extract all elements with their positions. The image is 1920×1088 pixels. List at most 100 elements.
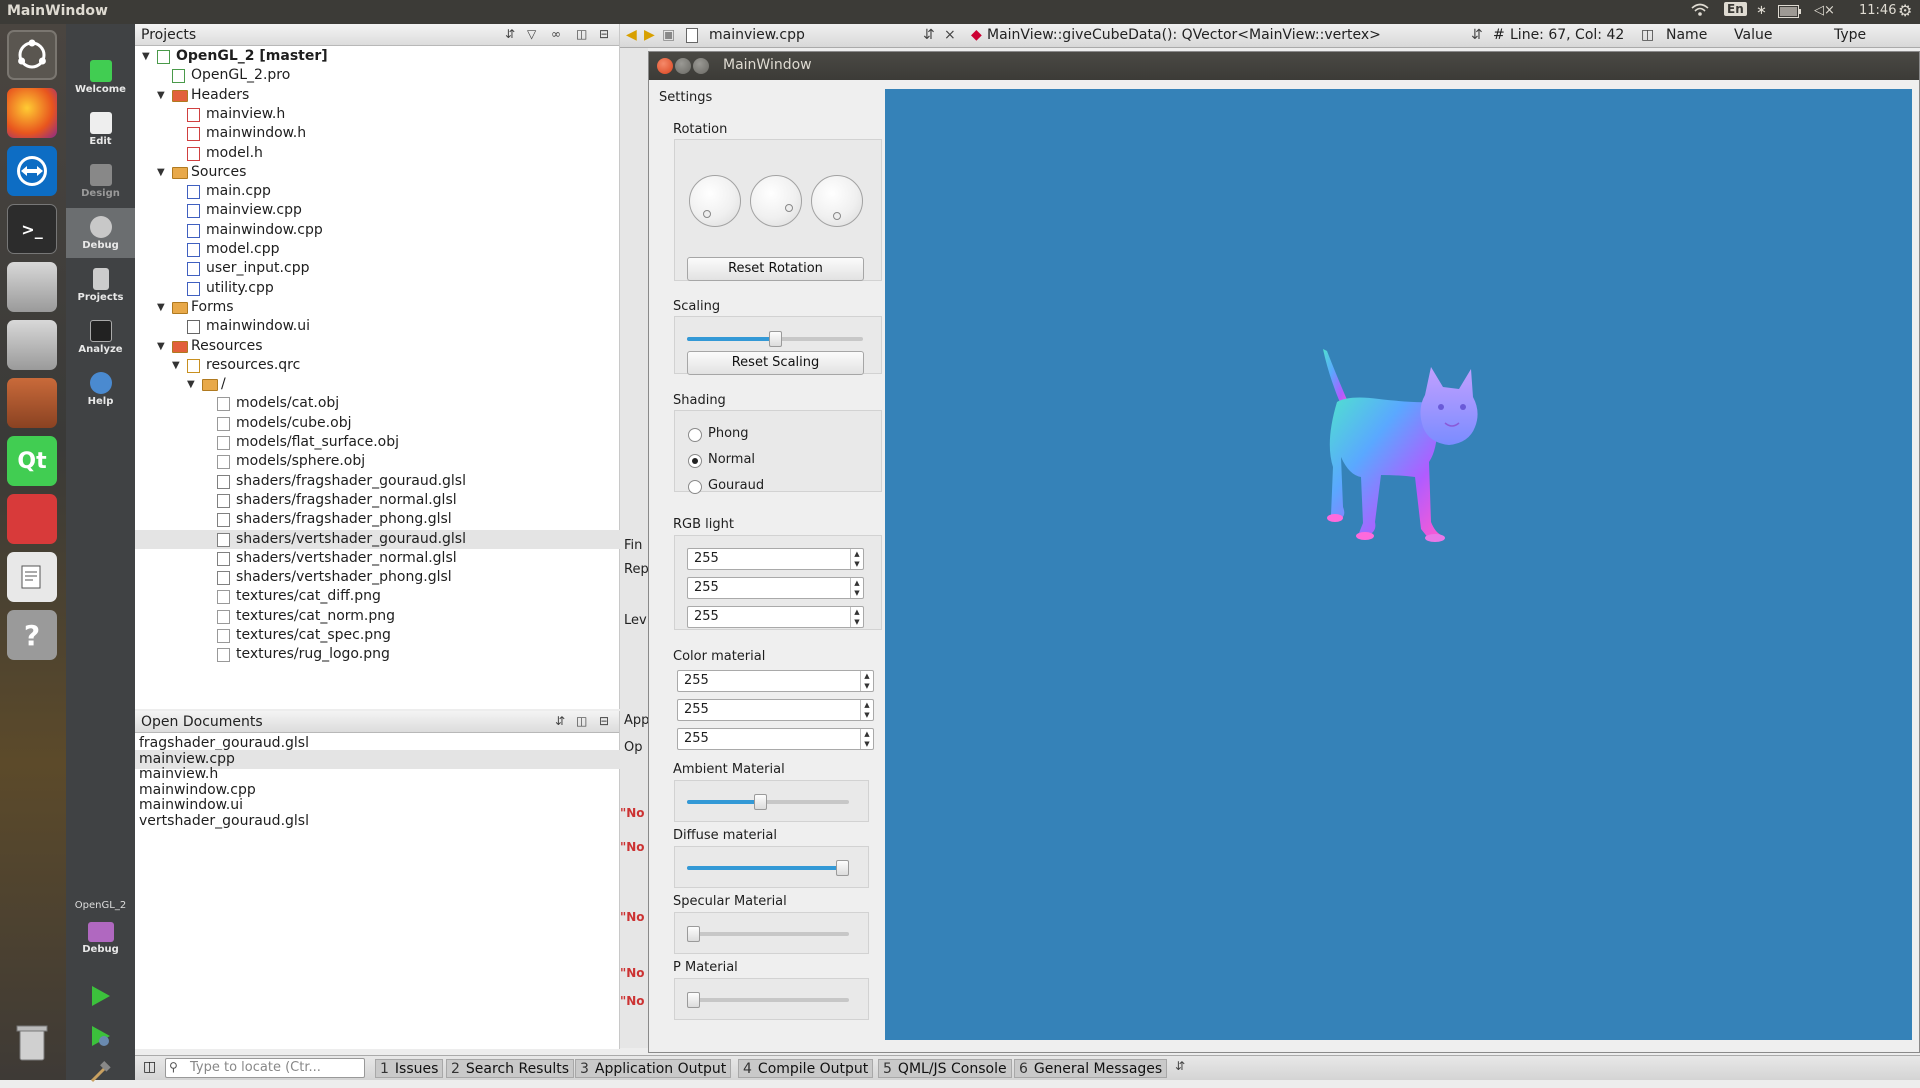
expand-arrow-icon[interactable]: ▼ [157, 163, 165, 182]
expand-arrow-icon[interactable]: ▼ [142, 47, 150, 66]
tree-item[interactable]: ▼ Resources [135, 337, 620, 356]
locals-col-value[interactable]: Value [1734, 27, 1772, 43]
gear-icon[interactable]: ⚙ [1898, 1, 1912, 20]
tree-item[interactable]: ▼ Sources [135, 163, 620, 182]
link-icon[interactable]: ∞ [551, 27, 561, 41]
material-blue-spinbox[interactable]: 255 ▲ ▼ [677, 728, 874, 750]
locals-col-type[interactable]: Type [1834, 27, 1866, 43]
back-icon[interactable]: ◀ [626, 27, 637, 43]
forward-icon[interactable]: ▶ [644, 27, 655, 43]
material-red-spinbox[interactable]: 255 ▲ ▼ [677, 670, 874, 692]
mode-design[interactable]: Design [66, 156, 135, 206]
output-tab-search-results[interactable]: 2 Search Results [446, 1059, 575, 1078]
clock[interactable]: 11:46 [1859, 3, 1896, 18]
split-icon[interactable]: ◫ [576, 27, 587, 41]
wifi-icon[interactable] [1691, 3, 1709, 21]
tree-item[interactable]: textures/rug_logo.png [135, 645, 620, 664]
trash-icon[interactable] [7, 1017, 57, 1067]
spin-arrows-icon[interactable]: ▲ ▼ [860, 700, 873, 720]
output-tab-general-messages[interactable]: 6 General Messages [1014, 1059, 1168, 1078]
tree-item[interactable]: ▼ / [135, 375, 620, 394]
close-editor-icon[interactable]: × [944, 27, 956, 43]
tree-item[interactable]: main.cpp [135, 182, 620, 201]
maximize-window-icon[interactable] [693, 58, 709, 74]
editor-icon[interactable] [7, 552, 57, 602]
tree-item[interactable]: ▼ OpenGL_2 [master] [135, 47, 620, 66]
help-icon[interactable]: ? [7, 610, 57, 660]
p-material-slider[interactable] [687, 992, 849, 1008]
locator-input[interactable]: ⚲ Type to locate (Ctr... [165, 1058, 365, 1078]
slider-handle[interactable] [687, 992, 700, 1008]
expand-arrow-icon[interactable]: ▼ [157, 298, 165, 317]
kit-selector[interactable]: Debug [66, 914, 135, 964]
tree-item[interactable]: models/cube.obj [135, 414, 620, 433]
view-select-arrows[interactable]: ⇵ [505, 27, 515, 41]
opengl-viewport[interactable] [885, 89, 1912, 1040]
material-green-spinbox[interactable]: 255 ▲ ▼ [677, 699, 874, 721]
tree-item[interactable]: user_input.cpp [135, 259, 620, 278]
close-window-icon[interactable] [657, 58, 673, 74]
drive2-icon[interactable] [7, 320, 57, 370]
tree-item[interactable]: shaders/vertshader_gouraud.glsl [135, 529, 620, 549]
firefox-icon[interactable] [7, 88, 57, 138]
bluetooth-icon[interactable]: ∗ [1756, 3, 1767, 18]
debug-run-icon[interactable] [88, 1024, 112, 1052]
line-col-indicator[interactable]: Line: 67, Col: 42 [1510, 27, 1624, 43]
tree-item[interactable]: mainwindow.h [135, 124, 620, 143]
tree-item[interactable]: shaders/vertshader_phong.glsl [135, 568, 620, 587]
mode-analyze[interactable]: Analyze [66, 312, 135, 362]
tree-item[interactable]: mainview.h [135, 105, 620, 124]
output-tab-application-output[interactable]: 3 Application Output [575, 1059, 732, 1078]
slider-handle[interactable] [687, 926, 700, 942]
tree-item[interactable]: model.h [135, 144, 620, 163]
output-tab-qml-console[interactable]: 5 QML/JS Console [878, 1059, 1012, 1078]
mode-debug[interactable]: Debug [66, 208, 135, 258]
tree-item[interactable]: ▼ Headers [135, 86, 620, 105]
tree-item[interactable]: textures/cat_diff.png [135, 587, 620, 606]
mode-help[interactable]: Help [66, 364, 135, 414]
tree-item[interactable]: mainwindow.ui [135, 317, 620, 336]
spin-arrows-icon[interactable]: ▲ ▼ [860, 671, 873, 691]
spin-arrows-icon[interactable]: ▲ ▼ [850, 578, 863, 598]
battery-icon[interactable] [1778, 5, 1802, 22]
light-red-spinbox[interactable]: 255 ▲ ▼ [687, 548, 864, 570]
run-icon[interactable] [88, 984, 112, 1012]
reset-scaling-button[interactable]: Reset Scaling [687, 351, 864, 375]
phong-radio-label[interactable]: Phong [708, 426, 749, 441]
output-tab-issues[interactable]: 1 Issues [375, 1059, 444, 1078]
tree-item[interactable]: models/flat_surface.obj [135, 433, 620, 452]
tree-item[interactable]: shaders/fragshader_gouraud.glsl [135, 472, 620, 491]
specular-slider[interactable] [687, 926, 849, 942]
tree-item[interactable]: mainwindow.cpp [135, 221, 620, 240]
slider-handle[interactable] [753, 794, 767, 810]
tree-item[interactable]: shaders/fragshader_phong.glsl [135, 510, 620, 529]
expand-arrow-icon[interactable]: ▼ [157, 337, 165, 356]
slider-handle[interactable] [769, 331, 782, 347]
light-green-spinbox[interactable]: 255 ▲ ▼ [687, 577, 864, 599]
tree-item[interactable]: textures/cat_norm.png [135, 607, 620, 626]
volume-icon[interactable]: ◁× [1814, 3, 1835, 18]
ambient-slider[interactable] [687, 794, 849, 810]
files-icon[interactable] [7, 378, 57, 428]
normal-radio[interactable] [688, 454, 702, 468]
light-blue-spinbox[interactable]: 255 ▲ ▼ [687, 606, 864, 628]
ubuntu-dash-icon[interactable] [7, 30, 57, 80]
close-pane-icon[interactable]: ⊟ [599, 27, 609, 41]
teamviewer-icon[interactable] [7, 146, 57, 196]
terminal-icon[interactable]: >_ [7, 204, 57, 254]
close-pane-icon[interactable]: ⊟ [599, 714, 609, 728]
text-app-icon[interactable] [7, 494, 57, 544]
rotation-x-dial[interactable] [689, 175, 741, 227]
qt-creator-icon[interactable]: Qt [7, 436, 57, 486]
tree-item[interactable]: ▼ resources.qrc [135, 356, 620, 375]
split-icon[interactable]: ◫ [576, 714, 587, 728]
mode-welcome[interactable]: Welcome [66, 52, 135, 102]
spin-arrows-icon[interactable]: ▲ ▼ [860, 729, 873, 749]
expand-arrow-icon[interactable]: ▼ [187, 375, 195, 394]
tree-item[interactable]: OpenGL_2.pro [135, 66, 620, 85]
symbol-combo-arrows[interactable]: ⇵ [1471, 27, 1483, 43]
open-document-item[interactable]: vertshader_gouraud.glsl [135, 812, 620, 831]
rotation-z-dial[interactable] [811, 175, 863, 227]
spin-arrows-icon[interactable]: ▲ ▼ [850, 549, 863, 569]
gouraud-radio[interactable] [688, 480, 702, 494]
